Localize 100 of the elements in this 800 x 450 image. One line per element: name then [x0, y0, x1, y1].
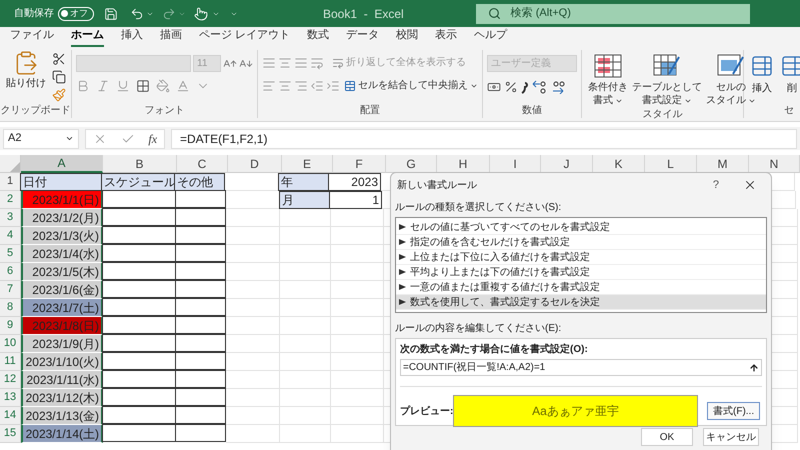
- outdent-icon[interactable]: [310, 78, 324, 92]
- column-header[interactable]: D: [228, 155, 282, 173]
- align-top-icon[interactable]: [262, 56, 276, 70]
- fill-color-icon[interactable]: [156, 79, 170, 93]
- delete-button[interactable]: 削: [780, 50, 800, 102]
- collapse-icon[interactable]: [749, 362, 759, 372]
- ribbon-tab[interactable]: 描画: [160, 26, 182, 47]
- row-header[interactable]: 15: [0, 425, 21, 443]
- paste-button[interactable]: 貼り付け: [4, 50, 48, 102]
- table-cell: [175, 262, 226, 280]
- ribbon-tab[interactable]: ページ レイアウト: [199, 26, 290, 47]
- grid-cell: [226, 353, 280, 371]
- close-icon[interactable]: [743, 178, 757, 192]
- grid-cell: [226, 335, 280, 353]
- row-header[interactable]: 2: [0, 191, 21, 209]
- undo-icon[interactable]: [130, 6, 144, 20]
- rule-type-item[interactable]: 平均より上または下の値だけを書式設定: [396, 265, 766, 280]
- row-header[interactable]: 7: [0, 281, 21, 299]
- orientation-icon[interactable]: [310, 56, 324, 70]
- grid-cell: [226, 227, 280, 245]
- group-label: 数値: [522, 104, 542, 118]
- touch-icon[interactable]: [194, 6, 208, 20]
- align-left-icon[interactable]: [262, 78, 276, 92]
- ribbon-tab[interactable]: ヘルプ: [474, 26, 508, 47]
- rule-type-item[interactable]: セルの値に基づいてすべてのセルを書式設定: [396, 220, 766, 235]
- grid-cell: [280, 245, 331, 263]
- percent-icon[interactable]: [504, 80, 518, 94]
- comma-style-icon: [521, 80, 529, 94]
- style-button[interactable]: 条件付き 書式: [586, 50, 630, 107]
- table-cell: 年: [278, 173, 329, 191]
- indent-icon[interactable]: [326, 78, 340, 92]
- row-header[interactable]: 3: [0, 209, 21, 227]
- align-bottom-icon[interactable]: [294, 56, 308, 70]
- ribbon-tab[interactable]: 数式: [307, 26, 330, 47]
- grid-cell: [226, 263, 280, 281]
- save-icon[interactable]: [104, 6, 118, 20]
- align-center-icon[interactable]: [278, 78, 292, 92]
- row-header[interactable]: 5: [0, 245, 21, 263]
- font-name-field[interactable]: [76, 55, 191, 72]
- row-header[interactable]: 4: [0, 227, 21, 245]
- rule-type-item[interactable]: 上位または下位に入る値だけを書式設定: [396, 250, 766, 265]
- underline-icon[interactable]: [116, 79, 130, 93]
- grid-cell: [226, 209, 280, 227]
- grid-cell: [226, 245, 280, 263]
- column-header[interactable]: A: [21, 155, 103, 173]
- row-header[interactable]: 10: [0, 335, 21, 353]
- bold-icon[interactable]: [76, 79, 90, 93]
- grid-cell: [280, 227, 331, 245]
- italic-icon[interactable]: [96, 79, 110, 93]
- ribbon-tab[interactable]: 挿入: [121, 26, 143, 47]
- table-cell: 2023/1/5(木): [21, 263, 103, 281]
- rule-formula-field[interactable]: =COUNTIF(祝日一覧!A:A,A2)=1: [400, 359, 762, 376]
- font-color-icon[interactable]: [176, 79, 190, 93]
- format-button[interactable]: 書式(F)...: [707, 402, 760, 420]
- table-cell: 2023/1/14(土): [21, 425, 103, 443]
- row-header[interactable]: 1: [0, 173, 21, 191]
- triangle-icon: [399, 224, 406, 230]
- row-header[interactable]: 12: [0, 371, 21, 389]
- currency-icon[interactable]: [487, 80, 501, 94]
- cancel-button[interactable]: キャンセル: [703, 428, 759, 446]
- row-header[interactable]: 6: [0, 263, 21, 281]
- table-cell: 2023/1/7(土): [21, 299, 103, 317]
- help-button[interactable]: ?: [712, 176, 719, 194]
- triangle-icon: [399, 299, 406, 305]
- formula-field[interactable]: =DATE(F1,F2,1): [171, 128, 797, 148]
- autosave-label: 自動保存: [14, 7, 54, 21]
- ribbon-tab[interactable]: 校閲: [396, 26, 418, 47]
- ribbon-tab[interactable]: データ: [346, 26, 380, 47]
- rule-type-item[interactable]: 指定の値を含むセルだけを書式設定: [396, 235, 766, 250]
- section-label: ルールの内容を編集してください(E):: [395, 322, 562, 336]
- copy-icon[interactable]: [52, 70, 66, 84]
- table-cell: 2023/1/6(金): [21, 281, 103, 299]
- row-header[interactable]: 8: [0, 299, 21, 317]
- group-label: フォント: [144, 104, 184, 118]
- ok-button[interactable]: OK: [641, 428, 693, 446]
- merge-center-button[interactable]: セルを結合して中央揃え: [344, 78, 478, 93]
- row-header[interactable]: 11: [0, 353, 21, 371]
- borders-icon[interactable]: [136, 79, 150, 93]
- insert-cells-icon: [750, 54, 774, 78]
- column-header[interactable]: F: [333, 155, 386, 173]
- ribbon-tab[interactable]: 表示: [435, 26, 458, 47]
- cut-icon[interactable]: [52, 52, 66, 66]
- row-header[interactable]: 13: [0, 389, 21, 407]
- grid-cell: [280, 209, 331, 227]
- row-header[interactable]: 9: [0, 317, 21, 335]
- name-box[interactable]: A2: [3, 128, 79, 148]
- search-field[interactable]: 検索 (Alt+Q): [476, 4, 750, 24]
- align-right-icon[interactable]: [294, 78, 308, 92]
- insert-function-button[interactable]: fx: [148, 130, 158, 148]
- insert-button[interactable]: 挿入: [750, 50, 774, 102]
- group-label: 配置: [360, 104, 380, 118]
- ribbon-tab[interactable]: ファイル: [10, 26, 54, 47]
- rule-type-item[interactable]: 数式を使用して、書式設定するセルを決定: [396, 295, 766, 310]
- preview-box: Aaあぁアァ亜宇: [453, 395, 698, 427]
- style-button[interactable]: テーブルとして 書式設定: [630, 50, 704, 107]
- align-middle-icon[interactable]: [278, 56, 292, 70]
- grid-cell: [226, 317, 280, 335]
- table-cell: 2023/1/13(金): [21, 407, 103, 425]
- row-header[interactable]: 14: [0, 407, 21, 425]
- autosave-toggle[interactable]: オフ: [58, 6, 94, 20]
